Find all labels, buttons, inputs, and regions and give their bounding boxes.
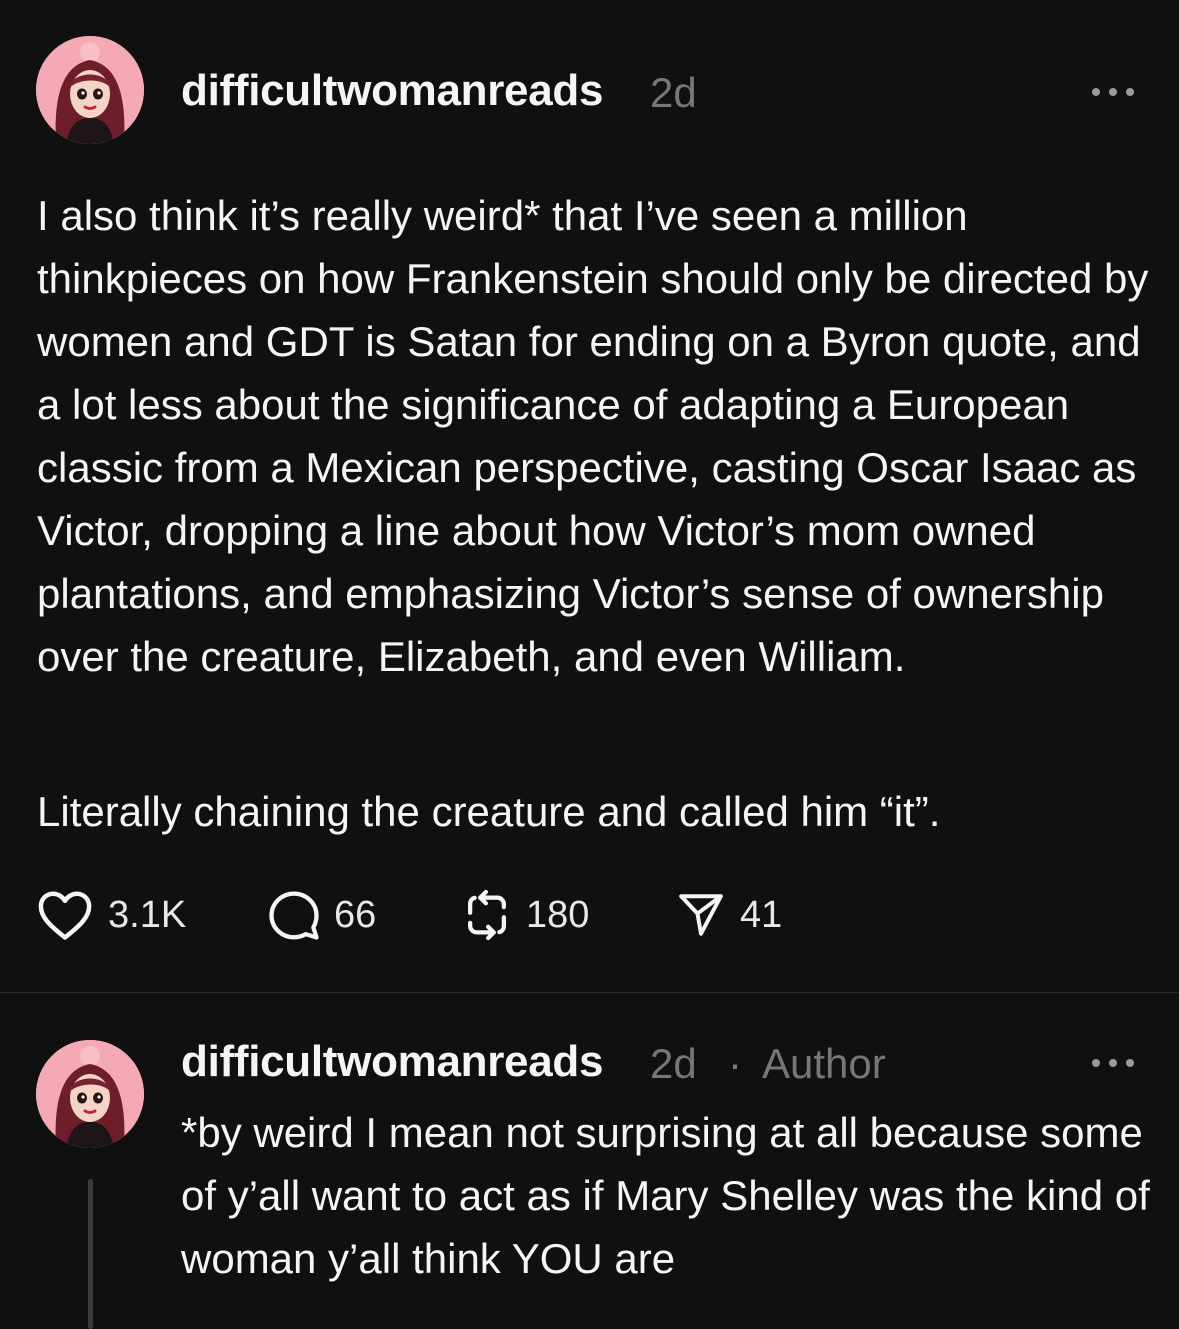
share-button[interactable]: 41 — [676, 888, 782, 942]
thread-line — [88, 1179, 93, 1329]
send-icon — [679, 894, 723, 936]
avatar[interactable] — [36, 36, 144, 144]
heart-icon — [38, 891, 92, 940]
repost-button[interactable]: 180 — [458, 888, 589, 942]
reply-separator: · — [728, 1040, 742, 1087]
comment-count: 66 — [334, 893, 377, 936]
reply-text: *by weird I mean not surprising at all b… — [181, 1109, 1150, 1282]
reply: difficultwomanreads 2d · Author *by weir… — [0, 993, 1179, 1329]
more-dot — [1126, 88, 1134, 96]
share-count: 41 — [740, 893, 783, 936]
more-dot — [1092, 88, 1100, 96]
repost-count: 180 — [526, 893, 590, 936]
more-dot — [1109, 88, 1117, 96]
more-dot — [1092, 1059, 1100, 1067]
post-actions: 3.1K 66 180 41 — [36, 888, 1136, 942]
like-count: 3.1K — [108, 893, 187, 936]
reply-username[interactable]: difficultwomanreads — [181, 1037, 603, 1087]
more-dots-icon[interactable] — [1092, 86, 1134, 98]
more-dot — [1126, 1059, 1134, 1067]
reply-timestamp: 2d — [650, 1040, 697, 1087]
more-dots-icon[interactable] — [1092, 1057, 1134, 1069]
post-username[interactable]: difficultwomanreads — [181, 66, 603, 116]
post-timestamp: 2d — [650, 69, 697, 116]
reply-avatar[interactable] — [36, 1040, 144, 1148]
more-dot — [1109, 1059, 1117, 1067]
author-badge: Author — [762, 1040, 886, 1087]
like-button[interactable]: 3.1K — [36, 888, 186, 942]
avatar-illustration — [36, 1040, 144, 1148]
comment-button[interactable]: 66 — [266, 888, 376, 942]
post-text-followup: Literally chaining the creature and call… — [37, 788, 941, 835]
repost-icon — [467, 889, 507, 941]
comment-bubble-icon — [269, 891, 319, 940]
post: difficultwomanreads 2d I also think it’s… — [0, 0, 1179, 993]
post-text: I also think it’s really weird* that I’v… — [37, 192, 1149, 680]
avatar-illustration — [36, 36, 144, 144]
